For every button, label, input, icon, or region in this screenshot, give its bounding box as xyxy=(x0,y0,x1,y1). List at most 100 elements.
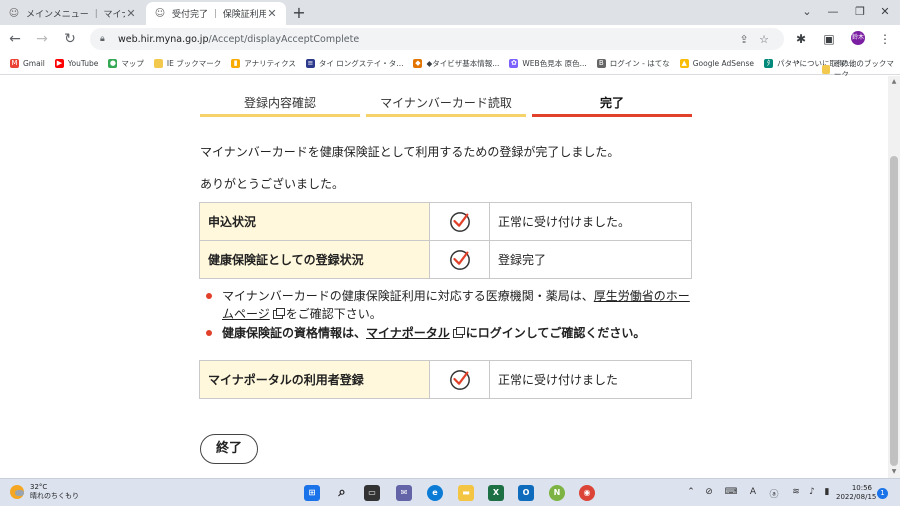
bookmark-label: ◆タイビザ基本情報... xyxy=(426,59,500,68)
tab-title: 受付完了 ｜ 保険証利用受付シ xyxy=(172,10,266,20)
lock-icon[interactable]: 🔒︎ xyxy=(100,34,110,44)
minimize-button[interactable]: — xyxy=(818,2,848,22)
url-path: /Accept/displayAcceptComplete xyxy=(208,33,360,45)
scroll-up-icon[interactable]: ▲ xyxy=(888,76,900,88)
bookmark-youtube[interactable]: ▶ YouTube xyxy=(54,59,98,68)
security-icon[interactable]: ⊘ xyxy=(702,487,716,497)
youtube-icon: ▶ xyxy=(54,59,64,68)
extensions-icon[interactable]: ✱ xyxy=(792,30,810,48)
thai-flag-icon: ≡ xyxy=(305,59,315,68)
notification-badge[interactable]: 1 xyxy=(877,488,888,499)
url-host: web.hir.myna.go.jp xyxy=(118,33,209,45)
bookmark-analytics[interactable]: ▮ アナリティクス xyxy=(231,58,296,69)
row-label: 申込状況 xyxy=(199,202,430,241)
forward-button[interactable]: → xyxy=(32,29,52,49)
row-value: 正常に受け付けました。 xyxy=(489,202,692,241)
scroll-thumb[interactable] xyxy=(890,156,898,466)
row-label: マイナポータルの利用者登録 xyxy=(199,360,430,399)
bookmark-label: Gmail xyxy=(23,59,45,68)
row-value: 登録完了 xyxy=(489,240,692,279)
progress-steps: 登録内容確認 マイナンバーカード読取 完了 xyxy=(200,93,692,117)
note-text: をご確認下さい。 xyxy=(285,307,382,321)
end-button[interactable]: 終了 xyxy=(200,434,258,464)
bookmark-web-colors[interactable]: ✿ WEB色見本 原色... xyxy=(509,58,587,69)
check-cell xyxy=(429,202,490,241)
scroll-down-icon[interactable]: ▼ xyxy=(888,466,900,478)
bookmark-ie[interactable]: IE ブックマーク xyxy=(153,58,221,69)
maps-icon: ● xyxy=(108,59,118,68)
close-icon[interactable]: ✕ xyxy=(125,7,137,20)
keyboard-icon[interactable]: ⌨ xyxy=(724,487,738,497)
row-label: 健康保険証としての登録状況 xyxy=(199,240,430,279)
bookmark-thai-longstay[interactable]: ≡ タイ ロングステイ・タ... xyxy=(305,58,404,69)
menu-icon[interactable]: ⋮ xyxy=(876,30,894,48)
page-content: 登録内容確認 マイナンバーカード読取 完了 マイナンバーカードを健康保険証として… xyxy=(0,76,888,478)
url-text: web.hir.myna.go.jp/Accept/displayAcceptC… xyxy=(118,34,734,45)
clock-time: 10:56 xyxy=(851,484,872,492)
step-card-read: マイナンバーカード読取 xyxy=(366,93,526,117)
ime-icon[interactable]: A xyxy=(746,487,760,497)
ime-mode-icon[interactable]: ⓐ xyxy=(767,487,781,500)
person-icon: ☺ xyxy=(8,7,20,19)
back-button[interactable]: ← xyxy=(5,29,25,49)
chrome-icon[interactable]: ◉ xyxy=(579,485,595,501)
bookmark-label: アナリティクス xyxy=(244,59,296,68)
edge-icon[interactable]: e xyxy=(427,485,443,501)
chat-icon[interactable]: ✉ xyxy=(396,485,412,501)
external-link-icon xyxy=(272,308,285,319)
chevron-right-icon[interactable]: › xyxy=(796,57,800,68)
volume-icon[interactable]: ♪ xyxy=(805,487,819,497)
bookmark-label: WEB色見本 原色... xyxy=(522,59,587,68)
file-explorer-icon[interactable]: ▬ xyxy=(458,485,474,501)
weather-widget[interactable]: 32°C 晴れのちくもり xyxy=(10,483,79,501)
system-clock[interactable]: 10:56 2022/08/15 xyxy=(836,484,876,502)
person-icon: ☺ xyxy=(154,7,166,19)
hatena-icon: B xyxy=(596,59,606,68)
avatar[interactable]: 鈴木 xyxy=(851,31,865,45)
task-view-icon[interactable]: ▭ xyxy=(364,485,380,501)
portal-status-table: マイナポータルの利用者登録 正常に受け付けました xyxy=(199,360,692,399)
address-bar[interactable]: 🔒︎ web.hir.myna.go.jp/Accept/displayAcce… xyxy=(90,28,784,50)
tab-mainmenu[interactable]: ☺ メインメニュー ｜ マイナポータル ✕ xyxy=(0,2,145,25)
outlook-icon[interactable]: O xyxy=(518,485,534,501)
step-confirm: 登録内容確認 xyxy=(200,93,360,117)
app-icon[interactable]: N xyxy=(549,485,565,501)
check-cell xyxy=(429,240,490,279)
tab-accept-complete[interactable]: ☺ 受付完了 ｜ 保険証利用受付シ ✕ xyxy=(146,2,286,25)
wifi-icon[interactable]: ≋ xyxy=(789,487,803,497)
windows-start-icon[interactable]: ⊞ xyxy=(304,485,320,501)
mynaportal-link[interactable]: マイナポータル xyxy=(366,326,450,340)
search-icon[interactable]: ⌕ xyxy=(334,485,350,501)
bookmark-adsense[interactable]: ▲ Google AdSense xyxy=(679,59,754,68)
bookmark-gmail[interactable]: M Gmail xyxy=(10,59,45,68)
reload-button[interactable]: ↻ xyxy=(60,29,80,49)
list-item: マイナンバーカードの健康保険証利用に対応する医療機関・薬局は、厚生労働省のホーム… xyxy=(206,287,696,323)
bookmark-hatena[interactable]: B ログイン - はてな xyxy=(596,58,670,69)
close-window-button[interactable]: ✕ xyxy=(870,2,900,22)
bookmark-maps[interactable]: ● マップ xyxy=(108,58,144,69)
excel-icon[interactable]: X xyxy=(488,485,504,501)
new-tab-button[interactable]: + xyxy=(290,3,308,22)
side-panel-icon[interactable]: ▣ xyxy=(820,30,838,48)
battery-icon[interactable]: ▮ xyxy=(820,487,834,497)
close-icon[interactable]: ✕ xyxy=(266,7,278,20)
share-icon[interactable]: ⇪ xyxy=(734,33,754,46)
bookmark-label: タイ ロングステイ・タ... xyxy=(318,59,404,68)
chevron-up-icon[interactable]: ⌃ xyxy=(684,487,698,497)
palette-icon: ✿ xyxy=(509,59,519,68)
browser-toolbar: ← → ↻ 🔒︎ web.hir.myna.go.jp/Accept/displ… xyxy=(0,25,900,53)
completion-message: マイナンバーカードを健康保険証として利用するための登録が完了しました。 xyxy=(200,145,620,159)
bullet-icon xyxy=(206,293,212,299)
page-scrollbar[interactable]: ▲ ▼ xyxy=(888,76,900,478)
site-icon: ﾀ xyxy=(763,59,773,68)
adsense-icon: ▲ xyxy=(679,59,689,68)
temperature: 32°C xyxy=(30,483,48,491)
bookmark-thai-visa[interactable]: ◆ ◆タイビザ基本情報... xyxy=(413,58,499,69)
row-value: 正常に受け付けました xyxy=(489,360,692,399)
notes-list: マイナンバーカードの健康保険証利用に対応する医療機関・薬局は、厚生労働省のホーム… xyxy=(206,287,696,343)
bookmarks-bar: M Gmail ▶ YouTube ● マップ IE ブックマーク ▮ アナリティクス … xyxy=(0,53,900,75)
taskbar: 32°C 晴れのちくもり ⊞ ⌕ ▭ ✉ e ▬ X O N ◉ ⌃ ⊘ ⌨ A… xyxy=(0,478,900,506)
status-table: 申込状況 正常に受け付けました。 健康保険証としての登録状況 登録完了 xyxy=(199,202,692,279)
star-icon[interactable]: ☆ xyxy=(754,33,774,46)
table-row: 申込状況 正常に受け付けました。 xyxy=(199,202,692,241)
